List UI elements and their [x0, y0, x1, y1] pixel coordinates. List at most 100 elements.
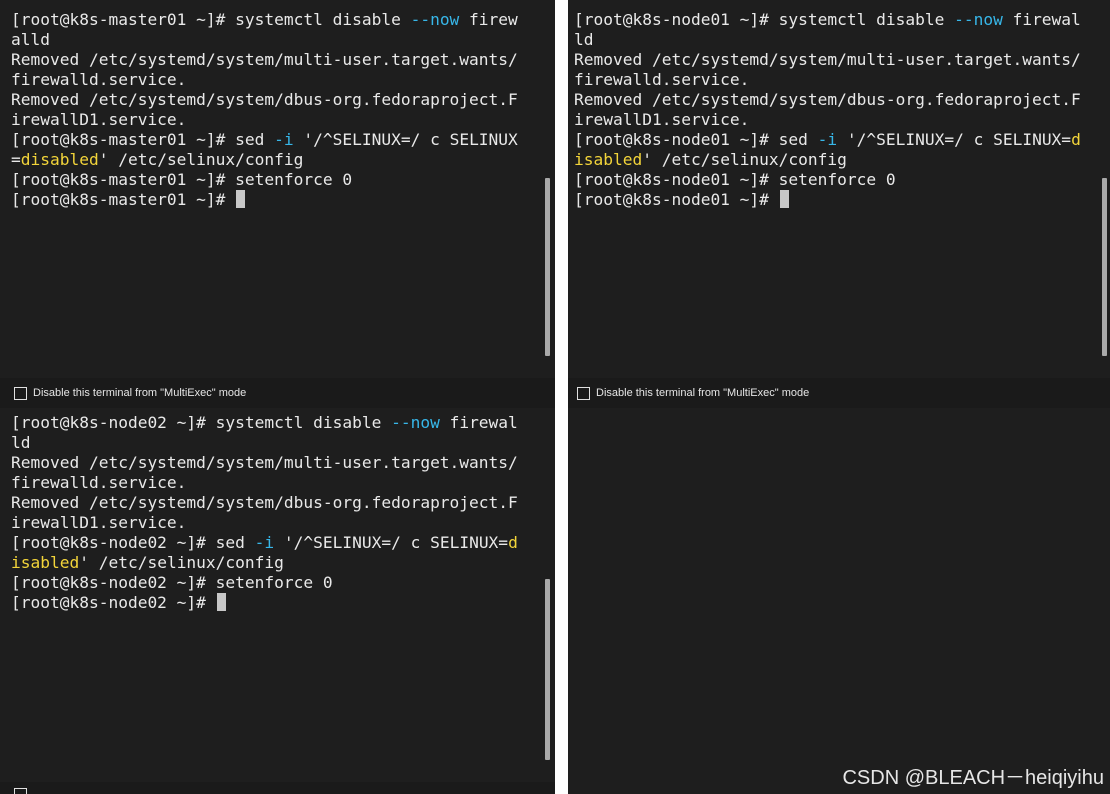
terminal-text: ' /etc/selinux/config [79, 553, 284, 572]
terminal-text: [root@k8s-master01 ~]# [11, 190, 236, 209]
terminal-line: ld [574, 30, 1110, 50]
multiexec-bar-master01: Disable this terminal from "MultiExec" m… [0, 378, 555, 408]
terminal-text: Removed /etc/systemd/system/dbus-org.fed… [11, 90, 518, 109]
terminal-text: [root@k8s-master01 ~]# sed [11, 130, 275, 149]
terminal-text: irewallD1.service. [11, 110, 187, 129]
terminal-line: [root@k8s-node02 ~]# sed -i '/^SELINUX=/… [11, 533, 555, 553]
terminal-line: ld [11, 433, 555, 453]
terminal-line: Removed /etc/systemd/system/dbus-org.fed… [11, 493, 555, 513]
terminal-text: isabled [11, 553, 80, 572]
terminal-line: =disabled' /etc/selinux/config [11, 150, 555, 170]
terminal-cursor [779, 190, 789, 208]
terminal-text: irewallD1.service. [11, 513, 187, 532]
terminal-line: [root@k8s-master01 ~]# [11, 190, 555, 210]
terminal-text: [root@k8s-master01 ~]# setenforce 0 [11, 170, 353, 189]
terminal-text: -i [817, 130, 838, 149]
terminal-text: -i [274, 130, 294, 149]
multiexec-checkbox[interactable] [14, 386, 27, 400]
terminal-line: Removed /etc/systemd/system/dbus-org.fed… [574, 90, 1110, 110]
terminal-text: '/^SELINUX=/ c SELINUX= [274, 533, 509, 552]
terminal-line: irewallD1.service. [11, 110, 555, 130]
terminal-text: [root@k8s-node01 ~]# systemctl disable [574, 10, 955, 29]
terminal-line: [root@k8s-node01 ~]# sed -i '/^SELINUX=/… [574, 130, 1110, 150]
terminal-text: ld [574, 30, 594, 49]
scrollbar-thumb[interactable] [1102, 178, 1107, 356]
terminal-text: disabled [20, 150, 99, 169]
terminal-pane-node01[interactable]: [root@k8s-node01 ~]# systemctl disable -… [568, 0, 1110, 378]
terminal-output[interactable]: [root@k8s-node01 ~]# systemctl disable -… [568, 0, 1110, 378]
terminal-text: ' /etc/selinux/config [642, 150, 847, 169]
terminal-text: [root@k8s-node02 ~]# setenforce 0 [11, 573, 333, 592]
terminal-text: '/^SELINUX=/ c SELINUX [293, 130, 518, 149]
terminal-line: [root@k8s-master01 ~]# systemctl disable… [11, 10, 555, 30]
terminal-text: --now [410, 10, 460, 29]
terminal-line: Removed /etc/systemd/system/multi-user.t… [574, 50, 1110, 70]
terminal-line: isabled' /etc/selinux/config [574, 150, 1110, 170]
terminal-text: irewallD1.service. [574, 110, 750, 129]
terminal-text: [root@k8s-node02 ~]# systemctl disable [11, 413, 392, 432]
multiexec-checkbox[interactable] [577, 386, 590, 400]
terminal-line: [root@k8s-node02 ~]# [11, 593, 555, 613]
terminal-cursor [216, 593, 226, 611]
multiexec-label: Disable this terminal from "MultiExec" m… [33, 387, 247, 399]
scrollbar[interactable] [541, 0, 555, 378]
terminal-line: irewallD1.service. [11, 513, 555, 533]
scrollbar-thumb[interactable] [545, 579, 550, 760]
scrollbar[interactable] [1100, 0, 1110, 378]
terminal-output[interactable]: [root@k8s-master01 ~]# systemctl disable… [0, 0, 555, 378]
terminal-output[interactable]: [root@k8s-node02 ~]# systemctl disable -… [0, 408, 555, 782]
terminal-cursor [236, 190, 246, 208]
terminal-text: [root@k8s-node02 ~]# [11, 593, 216, 612]
terminal-text: --now [954, 10, 1003, 29]
terminal-text: = [11, 150, 21, 169]
terminal-line: [root@k8s-node01 ~]# [574, 190, 1110, 210]
terminal-text: d [1071, 130, 1081, 149]
multiexec-bar-node02 [0, 782, 555, 794]
terminal-line: firewalld.service. [11, 473, 555, 493]
terminal-line: Removed /etc/systemd/system/multi-user.t… [11, 453, 555, 473]
terminal-text: firewal [439, 413, 518, 432]
terminal-text: --now [391, 413, 440, 432]
terminal-text: ld [11, 433, 31, 452]
terminal-text: [root@k8s-node01 ~]# sed [574, 130, 818, 149]
terminal-line: firewalld.service. [11, 70, 555, 90]
terminal-text: [root@k8s-node01 ~]# [574, 190, 779, 209]
terminal-text: Removed /etc/systemd/system/multi-user.t… [11, 50, 518, 69]
terminal-text: ' /etc/selinux/config [98, 150, 304, 169]
terminal-line: irewallD1.service. [574, 110, 1110, 130]
terminal-text: -i [254, 533, 275, 552]
terminal-text: firewalld.service. [11, 70, 187, 89]
terminal-text: Removed /etc/systemd/system/multi-user.t… [11, 453, 518, 472]
terminal-line: [root@k8s-node01 ~]# systemctl disable -… [574, 10, 1110, 30]
terminal-line: alld [11, 30, 555, 50]
terminal-pane-master01[interactable]: [root@k8s-master01 ~]# systemctl disable… [0, 0, 555, 378]
terminal-line: Removed /etc/systemd/system/dbus-org.fed… [11, 90, 555, 110]
terminal-text: '/^SELINUX=/ c SELINUX= [837, 130, 1072, 149]
terminal-pane-node02[interactable]: [root@k8s-node02 ~]# systemctl disable -… [0, 408, 555, 782]
terminal-text: firew [459, 10, 518, 29]
terminal-text: firewal [1002, 10, 1081, 29]
terminal-text: Removed /etc/systemd/system/multi-user.t… [574, 50, 1081, 69]
terminal-line: [root@k8s-node02 ~]# systemctl disable -… [11, 413, 555, 433]
terminal-text: firewalld.service. [11, 473, 187, 492]
watermark: CSDN @BLEACH－heiqiyihu [842, 767, 1104, 789]
multiexec-checkbox[interactable] [14, 788, 27, 794]
terminal-text: firewalld.service. [574, 70, 750, 89]
terminal-text: Removed /etc/systemd/system/dbus-org.fed… [11, 493, 518, 512]
multiexec-label: Disable this terminal from "MultiExec" m… [596, 387, 810, 399]
terminal-line: [root@k8s-node01 ~]# setenforce 0 [574, 170, 1110, 190]
scrollbar[interactable] [541, 408, 555, 782]
scrollbar-thumb[interactable] [545, 178, 550, 356]
terminal-text: Removed /etc/systemd/system/dbus-org.fed… [574, 90, 1081, 109]
multiexec-bar-node01: Disable this terminal from "MultiExec" m… [568, 378, 1110, 408]
terminal-text: [root@k8s-master01 ~]# systemctl disable [11, 10, 411, 29]
terminal-text: alld [11, 30, 50, 49]
terminal-text: isabled [574, 150, 643, 169]
terminal-line: [root@k8s-node02 ~]# setenforce 0 [11, 573, 555, 593]
terminal-text: [root@k8s-node02 ~]# sed [11, 533, 255, 552]
terminal-line: [root@k8s-master01 ~]# setenforce 0 [11, 170, 555, 190]
terminal-text: [root@k8s-node01 ~]# setenforce 0 [574, 170, 896, 189]
empty-terminal-area [568, 408, 1110, 794]
terminal-line: isabled' /etc/selinux/config [11, 553, 555, 573]
terminal-line: Removed /etc/systemd/system/multi-user.t… [11, 50, 555, 70]
